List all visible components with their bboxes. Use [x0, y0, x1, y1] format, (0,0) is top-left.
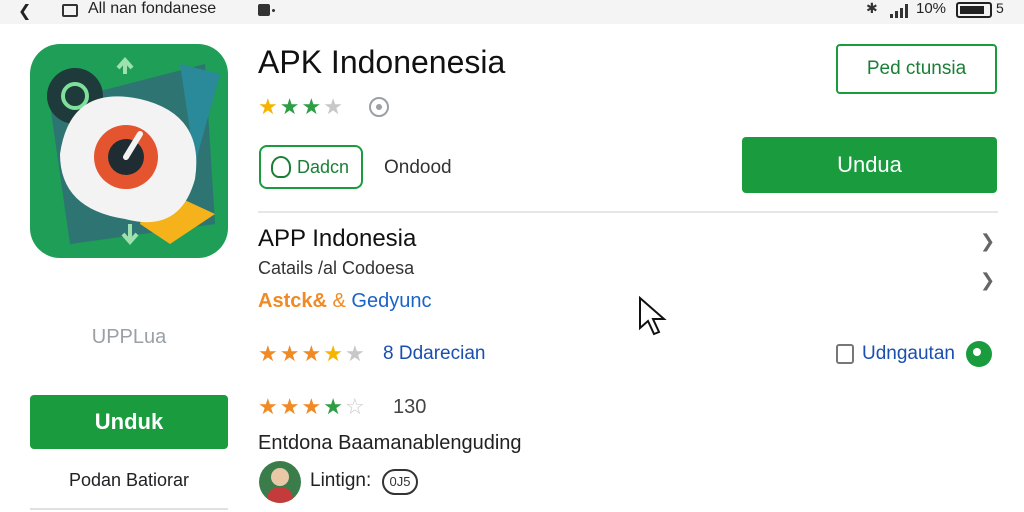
battery-extra: 5 [996, 0, 1004, 16]
signal-icon [890, 4, 912, 18]
left-install-button[interactable]: Unduk [30, 395, 228, 449]
dot-icon [272, 9, 275, 12]
divider [258, 211, 998, 213]
reviews-link[interactable]: Udngautan [862, 343, 955, 365]
app-left-label: UPPLua [91, 326, 167, 348]
tags-row: Astck& & Gedyunc [258, 290, 431, 313]
review-count: 130 [393, 396, 427, 418]
star-empty-icon: ★ [323, 94, 343, 119]
lock-icon [836, 344, 854, 364]
mouse-cursor-icon [639, 296, 667, 336]
star-icon: ★ [258, 394, 278, 419]
rating-stars: ★ ★ ★ ★ ☆ [258, 396, 365, 418]
description-line: Entdona Baamanablenguding [258, 432, 522, 454]
rating-stars: ★ ★ ★ ★ ★ [258, 343, 365, 365]
bluetooth-icon: ✱ [866, 0, 878, 16]
left-sub-label[interactable]: Podan Batiorar [30, 470, 228, 491]
star-icon: ★ [301, 341, 322, 366]
star-empty-icon: ★ [344, 341, 365, 366]
star-empty-icon: ☆ [344, 394, 365, 419]
category-chip[interactable]: Dadcn [259, 145, 363, 189]
tag-primary[interactable]: Astck& [258, 290, 327, 312]
rating-text[interactable]: 8 Ddarecian [383, 343, 485, 365]
status-title: All nan fondanese [88, 0, 217, 17]
app-rating-stars: ★ ★ ★ ★ [258, 96, 343, 118]
tag-separator: & [332, 290, 346, 312]
star-icon: ★ [279, 394, 300, 419]
section-title[interactable]: APP Indonesia [258, 225, 416, 253]
star-icon: ★ [323, 394, 343, 419]
chevron-right-icon[interactable]: ❯ [980, 231, 995, 252]
battery-percent: 10% [916, 0, 947, 17]
back-arrow-icon[interactable]: ❮ [18, 1, 31, 21]
install-button[interactable]: Undua [742, 137, 997, 193]
chevron-right-icon[interactable]: ❯ [980, 270, 995, 291]
star-icon: ★ [301, 394, 322, 419]
battery-icon [956, 2, 992, 18]
wishlist-button[interactable]: Ped ctunsia [836, 44, 997, 94]
divider [30, 508, 228, 510]
app-title: APK Indonenesia [258, 44, 506, 80]
chip-after-text: Ondood [384, 157, 452, 178]
star-half-icon: ★ [323, 341, 343, 366]
listing-badge[interactable]: 0J5 [382, 469, 418, 495]
avatar[interactable] [259, 461, 301, 503]
shield-icon [271, 156, 291, 178]
tabs-icon [62, 4, 78, 17]
section-subtitle: Catails /al Codoesa [258, 258, 415, 278]
star-icon: ★ [279, 94, 300, 119]
info-icon[interactable] [369, 97, 389, 117]
star-icon: ★ [279, 341, 300, 366]
chat-icon[interactable] [966, 341, 992, 367]
listing-label: Lintign: [310, 470, 372, 491]
star-icon: ★ [301, 94, 322, 119]
lock-icon [258, 4, 270, 16]
star-icon: ★ [258, 341, 278, 366]
star-icon: ★ [258, 94, 278, 119]
tag-secondary[interactable]: Gedyunc [351, 290, 431, 312]
app-icon [30, 44, 228, 258]
status-bar: ❮ All nan fondanese ✱ 10% 5 [0, 0, 1024, 24]
chip-label: Dadcn [297, 156, 350, 177]
